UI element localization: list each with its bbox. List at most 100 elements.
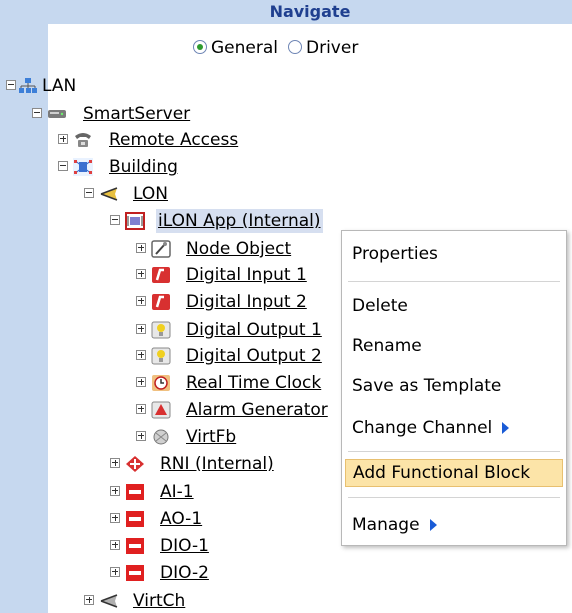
tree-label-dio-2[interactable]: DIO-2 [160, 561, 209, 585]
collapse-toggle[interactable] [32, 108, 42, 118]
expand-toggle[interactable] [136, 324, 146, 334]
tree-node-ilon-app: iLON App (Internal) [0, 209, 400, 233]
building-icon [73, 158, 93, 176]
tree-node-alarm-generator: Alarm Generator [0, 398, 340, 422]
collapse-toggle[interactable] [84, 188, 94, 198]
device-icon [125, 212, 145, 230]
collapse-toggle[interactable] [6, 80, 16, 90]
tree-node-rni-internal: RNI (Internal) [0, 452, 320, 476]
telephone-icon [75, 133, 91, 147]
tree-label-alarm-generator[interactable]: Alarm Generator [186, 398, 328, 422]
tree-label-ilon-app[interactable]: iLON App (Internal) [156, 209, 323, 233]
driver-radio[interactable] [288, 40, 302, 54]
tree-label-node-object[interactable]: Node Object [186, 237, 291, 261]
tree-label-virtfb[interactable]: VirtFb [186, 425, 236, 449]
tree-node-building: Building [0, 155, 240, 179]
device-red-icon [126, 538, 144, 554]
expand-toggle[interactable] [110, 458, 120, 468]
tree-label-digital-input-1[interactable]: Digital Input 1 [186, 263, 307, 287]
virtual-block-icon [153, 429, 169, 445]
lon-channel-icon [100, 187, 118, 201]
expand-toggle[interactable] [136, 404, 146, 414]
tree-node-virtch: VirtCh [0, 589, 240, 613]
tree-node-virtfb: VirtFb [0, 425, 340, 449]
tree-node-remote-access: Remote Access [0, 128, 300, 152]
expand-toggle[interactable] [84, 595, 94, 605]
tree-label-building[interactable]: Building [109, 155, 178, 179]
expand-toggle[interactable] [136, 243, 146, 253]
menu-item-save-as-template[interactable]: Save as Template [352, 372, 501, 400]
network-icon [19, 78, 37, 93]
tree-node-lan: LAN [0, 74, 200, 98]
general-radio[interactable] [193, 40, 207, 54]
tree-node-digital-input-1: Digital Input 1 [0, 263, 340, 287]
expand-toggle[interactable] [136, 269, 146, 279]
digital-output-icon [151, 321, 171, 339]
node-object-icon [151, 240, 171, 258]
expand-toggle[interactable] [136, 350, 146, 360]
menu-item-manage[interactable]: Manage [352, 511, 437, 539]
view-mode-radios: General Driver [0, 38, 572, 64]
expand-toggle[interactable] [136, 377, 146, 387]
expand-toggle[interactable] [136, 431, 146, 441]
expand-toggle[interactable] [136, 296, 146, 306]
clock-icon [152, 375, 170, 391]
menu-item-properties[interactable]: Properties [352, 240, 438, 268]
digital-output-icon [151, 347, 171, 365]
menu-item-add-functional-block[interactable]: Add Functional Block [345, 459, 563, 487]
expand-toggle[interactable] [110, 486, 120, 496]
expand-toggle[interactable] [110, 540, 120, 550]
context-menu: Properties Delete Rename Save as Templat… [341, 230, 567, 546]
general-radio-label[interactable]: General [211, 38, 278, 58]
tree-label-digital-output-1[interactable]: Digital Output 1 [186, 318, 322, 342]
menu-separator [348, 497, 560, 498]
tree-label-lan[interactable]: LAN [42, 74, 76, 98]
device-red-icon [126, 484, 144, 500]
menu-separator [348, 451, 560, 452]
menu-item-change-channel-label: Change Channel [352, 418, 493, 438]
expand-toggle[interactable] [110, 513, 120, 523]
tree-label-rni-internal[interactable]: RNI (Internal) [160, 452, 274, 476]
digital-input-icon [152, 294, 170, 310]
tree-node-dio-1: DIO-1 [0, 534, 240, 558]
tree-label-ao-1[interactable]: AO-1 [160, 507, 202, 531]
tree-node-smartserver: SmartServer [0, 102, 240, 126]
menu-item-delete[interactable]: Delete [352, 292, 408, 320]
menu-item-rename[interactable]: Rename [352, 332, 422, 360]
rni-icon [126, 456, 144, 472]
tree-label-smartserver[interactable]: SmartServer [83, 102, 190, 126]
driver-radio-label[interactable]: Driver [306, 38, 358, 58]
menu-item-change-channel[interactable]: Change Channel [352, 414, 510, 442]
tree-label-virtch[interactable]: VirtCh [133, 589, 185, 613]
navigate-header: Navigate [48, 0, 572, 24]
tree-label-real-time-clock[interactable]: Real Time Clock [186, 371, 321, 395]
tree-label-lon[interactable]: LON [133, 182, 168, 206]
tree-node-digital-output-1: Digital Output 1 [0, 318, 340, 342]
submenu-arrow-icon [502, 422, 510, 434]
device-red-icon [126, 565, 144, 581]
tree-node-node-object: Node Object [0, 237, 340, 261]
digital-input-icon [152, 267, 170, 283]
tree-node-ai-1: AI-1 [0, 480, 240, 504]
alarm-icon [151, 401, 171, 419]
submenu-arrow-icon [429, 519, 437, 531]
expand-toggle[interactable] [110, 567, 120, 577]
tree-node-real-time-clock: Real Time Clock [0, 371, 340, 395]
tree-label-digital-output-2[interactable]: Digital Output 2 [186, 344, 322, 368]
menu-separator [348, 281, 560, 282]
collapse-toggle[interactable] [110, 215, 120, 225]
tree-label-digital-input-2[interactable]: Digital Input 2 [186, 290, 307, 314]
expand-toggle[interactable] [58, 134, 68, 144]
collapse-toggle[interactable] [58, 161, 68, 171]
server-icon [48, 110, 66, 118]
tree-node-ao-1: AO-1 [0, 507, 240, 531]
device-red-icon [126, 511, 144, 527]
virtual-channel-icon [100, 594, 118, 608]
tree-node-lon: LON [0, 182, 240, 206]
menu-item-manage-label: Manage [352, 515, 420, 535]
tree-label-remote-access[interactable]: Remote Access [109, 128, 238, 152]
tree-label-ai-1[interactable]: AI-1 [160, 480, 194, 504]
tree-node-digital-input-2: Digital Input 2 [0, 290, 340, 314]
tree-label-dio-1[interactable]: DIO-1 [160, 534, 209, 558]
tree-node-dio-2: DIO-2 [0, 561, 240, 585]
